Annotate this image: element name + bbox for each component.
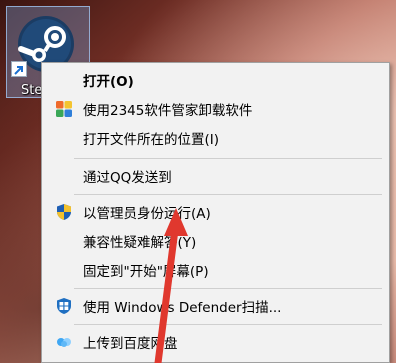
menu-item-label: 通过QQ发送到: [83, 170, 172, 186]
menu-item-upload-baidu-netdisk[interactable]: 上传到百度网盘: [42, 327, 389, 357]
desktop-icon-label: Ste: [21, 83, 43, 98]
menu-separator: [74, 288, 382, 289]
menu-item-label: 使用 Windows Defender扫描...: [83, 300, 282, 316]
uac-shield-icon: [57, 204, 71, 220]
menu-separator: [74, 324, 382, 325]
2345-softmanager-icon: [56, 101, 72, 117]
menu-item-pin-to-start[interactable]: 固定到"开始"屏幕(P): [42, 255, 389, 285]
menu-item-run-as-admin[interactable]: 以管理员身份运行(A): [42, 197, 389, 227]
menu-item-compatibility-troubleshoot[interactable]: 兼容性疑难解答(Y): [42, 226, 389, 256]
baidu-netdisk-icon: [57, 338, 71, 347]
menu-item-send-via-qq[interactable]: 通过QQ发送到: [42, 161, 389, 191]
context-menu: 打开(O) 使用2345软件管家卸载软件 打开文件所在的位置(I) 通过QQ发送…: [41, 62, 390, 363]
menu-item-uninstall-2345[interactable]: 使用2345软件管家卸载软件: [42, 94, 389, 124]
menu-item-label: 使用2345软件管家卸载软件: [83, 103, 253, 119]
menu-item-label: 上传到百度网盘: [83, 336, 178, 352]
menu-item-defender-scan[interactable]: 使用 Windows Defender扫描...: [42, 291, 389, 321]
menu-item-label: 兼容性疑难解答(Y): [83, 235, 197, 251]
menu-separator: [74, 194, 382, 195]
menu-item-open-file-location[interactable]: 打开文件所在的位置(I): [42, 123, 389, 153]
menu-item-label: 以管理员身份运行(A): [83, 206, 211, 222]
shortcut-arrow-icon: [11, 61, 27, 77]
menu-item-label: 打开文件所在的位置(I): [83, 132, 220, 148]
menu-separator: [74, 158, 382, 159]
menu-item-label: 打开(O): [83, 74, 134, 90]
menu-item-label: 固定到"开始"屏幕(P): [83, 264, 209, 280]
menu-item-open[interactable]: 打开(O): [42, 65, 389, 95]
windows-defender-icon: [57, 298, 71, 314]
